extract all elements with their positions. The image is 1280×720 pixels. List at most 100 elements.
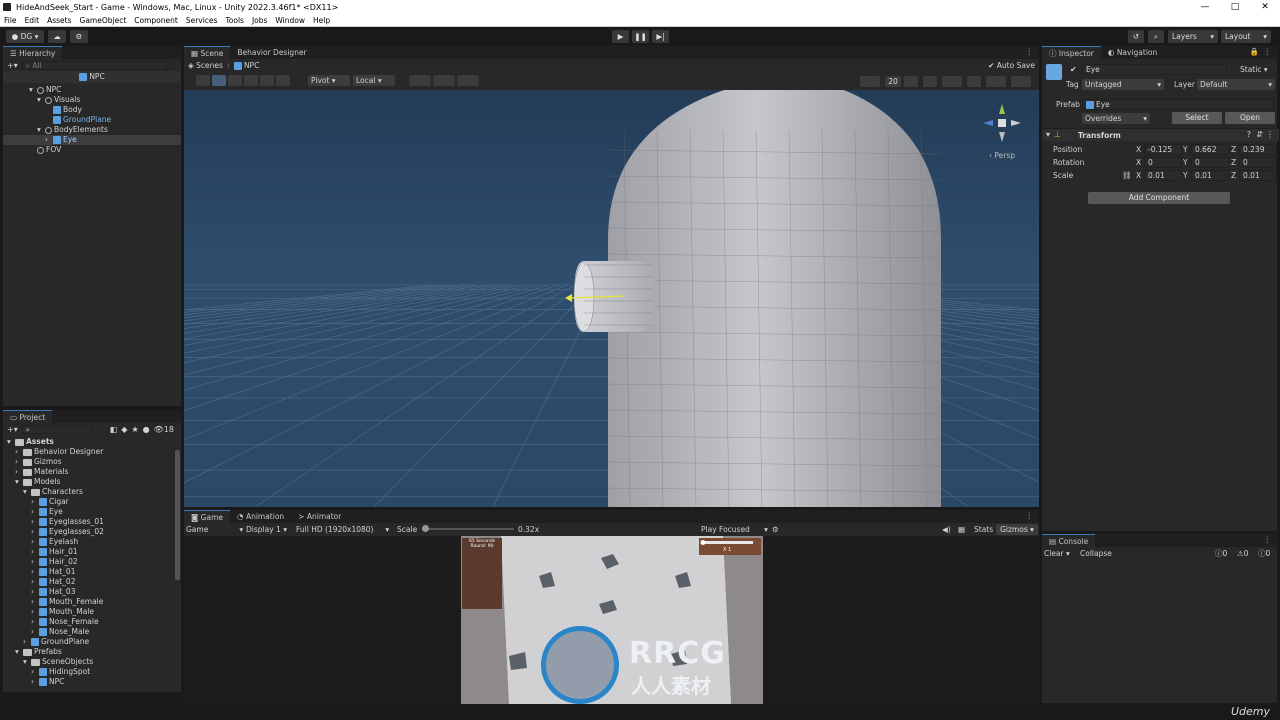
foldout-icon[interactable]: › [31,557,39,567]
add-button[interactable]: +▾ [7,425,18,434]
hierarchy-item[interactable]: Body [3,105,181,115]
static-toggle[interactable]: Static ▾ [1240,65,1268,74]
project-asset[interactable]: › Hat_02 [3,577,181,587]
move-tool-icon[interactable] [212,75,226,86]
foldout-icon[interactable]: ▾ [37,95,45,105]
shading-mode-icon[interactable] [860,76,880,87]
foldout-icon[interactable]: › [23,637,31,647]
project-folder[interactable]: ▾ Prefabs [3,647,181,657]
project-asset[interactable]: › Mouth_Female [3,597,181,607]
auto-save-toggle[interactable]: ✔ Auto Save [988,61,1035,70]
tab-animator[interactable]: ≻ Animator [291,510,348,523]
project-asset[interactable]: › Nose_Female [3,617,181,627]
scale-y-field[interactable]: 0.01 [1191,170,1229,181]
foldout-icon[interactable]: › [15,467,23,477]
project-folder[interactable]: › Materials [3,467,181,477]
rotation-y-field[interactable]: 0 [1191,157,1229,168]
lighting-icon[interactable] [904,76,918,87]
search-input[interactable]: ⌕ All [21,60,167,70]
tab-behavior-designer[interactable]: Behavior Designer [230,46,313,59]
more-icon[interactable]: ⋮ [1264,47,1272,56]
open-button[interactable]: Open [1225,112,1275,124]
foldout-icon[interactable]: › [31,587,39,597]
foldout-icon[interactable]: › [31,527,39,537]
project-asset[interactable]: › Hair_02 [3,557,181,567]
scenes-breadcrumb[interactable]: ◈ Scenes [188,61,223,70]
foldout-icon[interactable]: › [31,627,39,637]
link-icon[interactable]: ⛓ [1122,171,1132,180]
2d-toggle[interactable]: 20 [885,76,901,87]
layout-dropdown[interactable]: Layout ▾ [1221,30,1271,43]
menu-item-window[interactable]: Window [275,16,305,25]
tab-navigation[interactable]: ◐ Navigation [1101,46,1164,59]
clear-button[interactable]: Clear ▾ [1044,549,1070,558]
tab-inspector[interactable]: ⓘ Inspector [1042,46,1101,59]
hierarchy-item[interactable]: ▾ NPC [3,85,181,95]
filter-icon[interactable]: ◧ [110,425,118,434]
minimize-button[interactable]: — [1190,0,1220,14]
log-count[interactable]: ⓘ0 [1215,548,1227,559]
foldout-icon[interactable]: › [15,457,23,467]
error-count[interactable]: ⓘ0 [1258,548,1270,559]
grid-snap-icon[interactable] [409,75,431,86]
project-folder[interactable]: › Gizmos [3,457,181,467]
grid-icon[interactable]: ▦ [958,525,965,534]
foldout-icon[interactable]: › [31,667,39,677]
foldout-icon[interactable]: › [31,607,39,617]
stats-button[interactable]: Stats [974,525,993,534]
effects-icon[interactable] [942,76,962,87]
gear-icon[interactable]: ⚙ [772,525,779,534]
warning-count[interactable]: ⚠0 [1237,549,1249,558]
hierarchy-item[interactable]: FOV [3,145,181,155]
tab-project[interactable]: ▭ Project [3,410,53,423]
menu-item-assets[interactable]: Assets [47,16,71,25]
tab-hierarchy[interactable]: ☰ Hierarchy [3,46,63,59]
rect-tool-icon[interactable] [260,75,274,86]
scene-viewport[interactable]: ‹ Persp [184,90,1039,507]
foldout-icon[interactable]: ▾ [7,437,15,447]
help-icon[interactable]: ? [1247,130,1251,139]
foldout-icon[interactable]: › [15,447,23,457]
foldout-icon[interactable]: › [31,547,39,557]
persp-label[interactable]: ‹ Persp [989,151,1015,160]
scale-tool-icon[interactable] [244,75,258,86]
hierarchy-item[interactable]: ▾ BodyElements [3,125,181,135]
project-asset[interactable]: › NPC [3,677,181,687]
info-icon[interactable]: ● [143,425,150,434]
tab-console[interactable]: ▤ Console [1042,534,1096,547]
pivot-dropdown[interactable]: Pivot ▾ [308,75,350,86]
settings-button[interactable]: ⚙ [70,30,88,43]
foldout-icon[interactable]: ▾ [23,487,31,497]
maximize-button[interactable]: □ [1220,0,1250,14]
hidden-objects-icon[interactable] [967,76,981,87]
object-name-field[interactable]: Eye [1082,64,1227,75]
prefab-field[interactable]: Eye [1082,99,1274,110]
project-asset[interactable]: › Hat_01 [3,567,181,577]
foldout-icon[interactable]: › [45,135,53,145]
hierarchy-item[interactable]: › Eye [3,135,181,145]
transform-header[interactable]: ▾ ⊥ Transform ? ⇵ ⋮ [1042,128,1279,141]
project-asset[interactable]: › GroundPlane [3,637,181,647]
preset-icon[interactable]: ⇵ [1256,130,1263,139]
game-view[interactable]: 65 Seconds Round: 90 X 1 RRCG 人人素材 [461,536,763,704]
hierarchy-item[interactable]: ▾ Visuals [3,95,181,105]
collapse-button[interactable]: Collapse [1080,549,1112,558]
foldout-icon[interactable]: › [31,507,39,517]
orientation-gizmo[interactable] [979,100,1025,146]
position-x-field[interactable]: -0.125 [1144,144,1182,155]
add-component-button[interactable]: Add Component [1088,192,1230,204]
step-button[interactable]: ▶| [652,30,669,43]
project-asset[interactable]: › Eyeglasses_02 [3,527,181,537]
mute-audio-icon[interactable]: ◀) [942,525,951,534]
more-icon[interactable]: ⋮ [1026,47,1034,56]
menu-item-tools[interactable]: Tools [225,16,243,25]
game-mode-dropdown[interactable]: Game ▾ [186,525,243,534]
rotation-z-field[interactable]: 0 [1239,157,1277,168]
lock-icon[interactable]: 🔒 [1250,47,1259,56]
display-dropdown[interactable]: Display 1 ▾ [246,525,287,534]
local-dropdown[interactable]: Local ▾ [353,75,395,86]
foldout-icon[interactable]: › [31,567,39,577]
gizmos-icon[interactable] [1011,76,1031,87]
resolution-dropdown[interactable]: Full HD (1920x1080) ▾ [296,525,389,534]
rotate-tool-icon[interactable] [228,75,242,86]
